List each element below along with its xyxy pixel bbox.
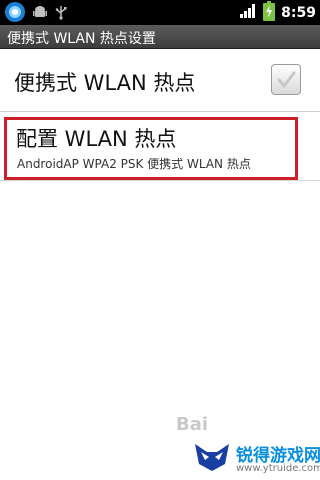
- title-bar: 便携式 WLAN 热点设置: [0, 25, 320, 49]
- checkmark-icon: [277, 71, 296, 88]
- portable-hotspot-checkbox[interactable]: [271, 64, 301, 95]
- signal-icon: [239, 3, 257, 23]
- configure-hotspot-title: 配置 WLAN 热点: [16, 127, 177, 151]
- app-notification-icon: [4, 1, 26, 27]
- system-icons: 8:59: [239, 0, 316, 25]
- notification-icons: [4, 1, 68, 27]
- baidu-watermark: Bai: [176, 414, 209, 435]
- page-title: 便携式 WLAN 热点设置: [7, 31, 156, 47]
- battery-charging-icon: [263, 0, 276, 25]
- configure-hotspot-row[interactable]: 配置 WLAN 热点 AndroidAP WPA2 PSK 便携式 WLAN 热…: [4, 117, 298, 180]
- list-divider: [0, 180, 320, 181]
- android-debug-icon: [32, 4, 48, 24]
- configure-hotspot-summary: AndroidAP WPA2 PSK 便携式 WLAN 热点: [17, 157, 251, 171]
- site-url-watermark: www.ytruide.com: [236, 463, 320, 474]
- status-bar: 8:59: [0, 0, 320, 25]
- portable-hotspot-label: 便携式 WLAN 热点: [14, 71, 196, 95]
- usb-icon: [54, 4, 68, 24]
- site-logo-icon: [193, 440, 231, 473]
- clock: 8:59: [281, 4, 316, 21]
